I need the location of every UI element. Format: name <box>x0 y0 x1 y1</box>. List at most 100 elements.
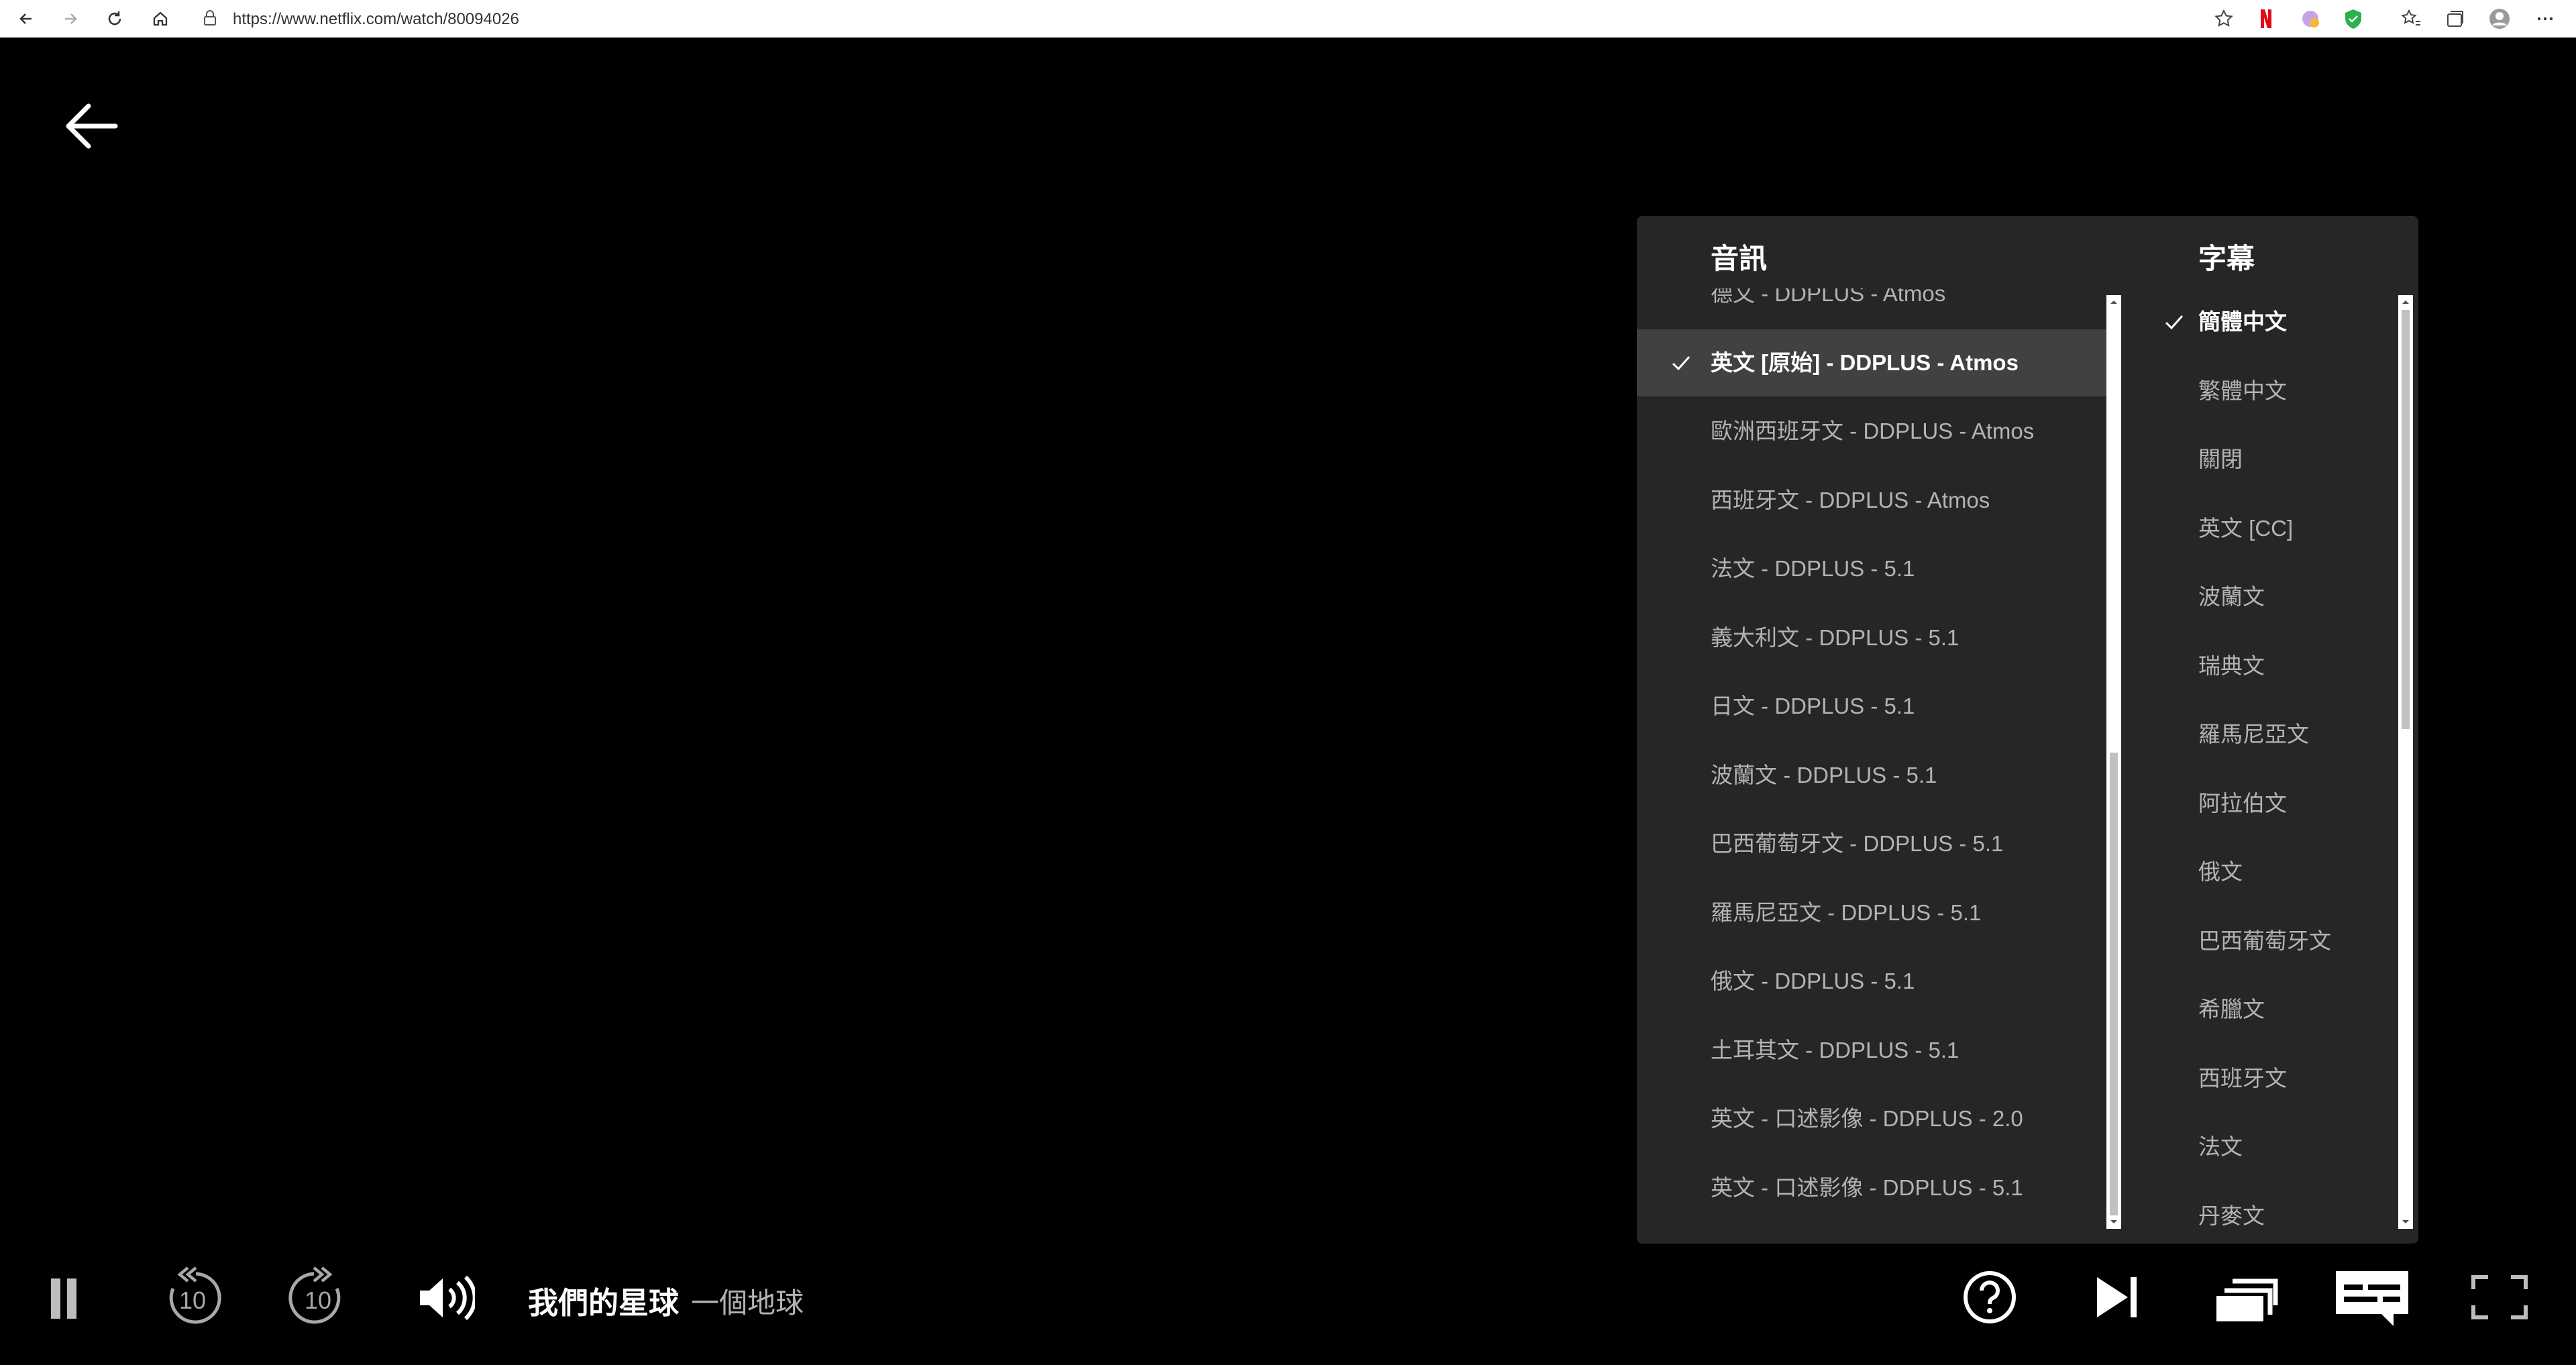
audio-option[interactable]: 英文 [原始] - DDPLUS - Atmos <box>1637 329 2106 396</box>
subtitle-option[interactable]: 巴西葡萄牙文 <box>2125 908 2393 975</box>
scroll-down-icon[interactable] <box>2400 1217 2411 1227</box>
shield-extension-icon[interactable] <box>2341 7 2365 31</box>
option-label: 關閉 <box>2198 447 2243 472</box>
subtitle-option[interactable]: 簡體中文 <box>2125 288 2393 356</box>
browser-home-icon[interactable] <box>148 6 173 32</box>
subtitle-option[interactable]: 阿拉伯文 <box>2125 770 2393 837</box>
option-label: 波蘭文 - DDPLUS - 5.1 <box>1711 762 1937 787</box>
audio-option[interactable]: 土耳其文 - DDPLUS - 5.1 <box>1637 1017 2106 1084</box>
help-button[interactable] <box>1962 1270 2017 1325</box>
subtitle-list: 簡體中文繁體中文關閉英文 [CC] 波蘭文 瑞典文 羅馬尼亞文阿拉伯文俄文巴西葡萄牙文… <box>2125 288 2393 1241</box>
audio-option[interactable]: 羅馬尼亞文 - DDPLUS - 5.1 <box>1637 879 2106 946</box>
option-label: 英文 [CC] <box>2198 515 2294 541</box>
scroll-down-icon[interactable] <box>2108 1217 2119 1227</box>
forward-10-button[interactable]: 10 <box>288 1265 349 1329</box>
lock-icon <box>204 10 216 25</box>
profile-avatar-icon[interactable] <box>2487 7 2512 31</box>
rewind-seconds: 10 <box>178 1287 207 1314</box>
subtitle-option[interactable]: 波蘭文 <box>2125 563 2393 631</box>
audio-option[interactable]: 英文 - 口述影像 - DDPLUS - 2.0 <box>1637 1085 2106 1152</box>
subtitle-option[interactable]: 羅馬尼亞文 <box>2125 701 2393 768</box>
option-label: 俄文 - DDPLUS - 5.1 <box>1711 969 1915 993</box>
subtitle-scrollbar[interactable] <box>2398 295 2413 1229</box>
audio-option[interactable]: 英文 - 口述影像 - DDPLUS - 5.1 <box>1637 1154 2106 1221</box>
scroll-up-icon[interactable] <box>2108 296 2119 307</box>
option-label: 阿拉伯文 <box>2198 790 2287 816</box>
subtitles-heading: 字幕 <box>2198 243 2255 274</box>
option-label: 希臘文 <box>2198 997 2265 1022</box>
extension-icon[interactable] <box>2298 7 2322 31</box>
collections-icon[interactable] <box>2443 7 2467 31</box>
audio-option[interactable]: 法文 - DDPLUS - 5.1 <box>1637 535 2106 602</box>
subtitle-option[interactable]: 丹麥文 <box>2125 1183 2393 1242</box>
option-label: 法文 <box>2198 1134 2243 1159</box>
subtitle-option[interactable]: 繁體中文 <box>2125 358 2393 425</box>
episodes-icon <box>2216 1278 2278 1321</box>
option-label: 繁體中文 <box>2198 378 2287 403</box>
subtitle-option[interactable]: 瑞典文 <box>2125 633 2393 700</box>
option-label: 土耳其文 - DDPLUS - 5.1 <box>1711 1037 1960 1062</box>
subtitle-option[interactable]: 俄文 <box>2125 838 2393 906</box>
audio-heading: 音訊 <box>1711 243 1768 274</box>
audio-scroll-thumb[interactable] <box>2110 753 2118 1215</box>
audio-option[interactable]: 日文 - DDPLUS - 5.1 <box>1637 673 2106 740</box>
option-label: 羅馬尼亞文 - DDPLUS - 5.1 <box>1711 899 1982 925</box>
browser-toolbar: https://www.netflix.com/watch/80094026 <box>0 0 2576 38</box>
option-label: 德文 - DDPLUS - Atmos <box>1711 288 1946 306</box>
back-arrow-icon[interactable] <box>62 101 119 152</box>
option-label: 丹麥文 <box>2198 1203 2265 1228</box>
address-bar[interactable]: https://www.netflix.com/watch/80094026 <box>191 4 2241 33</box>
more-options-icon[interactable] <box>2533 7 2557 31</box>
next-episode-icon <box>2097 1277 2137 1317</box>
subtitle-option[interactable]: 關閉 <box>2125 426 2393 493</box>
audio-option[interactable]: 波蘭文 - DDPLUS - 5.1 <box>1637 742 2106 809</box>
audio-option[interactable]: 西班牙文 - DDPLUS - Atmos <box>1637 467 2106 534</box>
browser-back-icon[interactable] <box>13 6 39 32</box>
subtitle-scroll-thumb[interactable] <box>2402 310 2410 729</box>
option-label: 英文 - 口述影像 - DDPLUS - 5.1 <box>1711 1175 2023 1200</box>
pause-button[interactable] <box>50 1272 78 1325</box>
episode-title: 一個地球 <box>691 1287 804 1319</box>
favorites-icon[interactable] <box>2399 7 2423 31</box>
option-label: 法文 - DDPLUS - 5.1 <box>1711 556 1915 581</box>
subtitles-icon <box>2336 1271 2408 1326</box>
subtitle-option[interactable]: 西班牙文 <box>2125 1045 2393 1112</box>
option-label: 西班牙文 <box>2198 1065 2287 1091</box>
browser-forward-icon[interactable] <box>58 6 83 32</box>
forward-seconds: 10 <box>304 1287 332 1314</box>
pause-icon <box>51 1278 76 1319</box>
audio-option[interactable]: 巴西葡萄牙文 - DDPLUS - 5.1 <box>1637 810 2106 877</box>
option-label: 日文 - DDPLUS - 5.1 <box>1711 694 1915 718</box>
audio-subtitles-button[interactable] <box>2334 1270 2410 1327</box>
help-icon <box>1964 1271 2016 1323</box>
audio-scrollbar[interactable] <box>2106 295 2121 1229</box>
audio-option[interactable]: 歐洲西班牙文 - DDPLUS - Atmos <box>1637 398 2106 465</box>
subtitle-option[interactable]: 英文 [CC] <box>2125 495 2393 562</box>
audio-subtitle-panel: 音訊 字幕 德文 - DDPLUS - Atmos 英文 [原始] - DDPLU… <box>1637 216 2418 1244</box>
volume-icon <box>420 1275 475 1321</box>
audio-option[interactable]: 義大利文 - DDPLUS - 5.1 <box>1637 604 2106 671</box>
option-label: 巴西葡萄牙文 - DDPLUS - 5.1 <box>1711 831 2004 856</box>
subtitle-option[interactable]: 法文 <box>2125 1113 2393 1181</box>
subtitle-option[interactable]: 希臘文 <box>2125 976 2393 1043</box>
audio-option[interactable]: 俄文 - DDPLUS - 5.1 <box>1637 948 2106 1015</box>
netflix-extension-icon[interactable] <box>2254 7 2278 31</box>
option-label: 巴西葡萄牙文 <box>2198 928 2331 953</box>
audio-option[interactable]: 德文 - DDPLUS - Atmos <box>1637 288 2106 327</box>
next-episode-button[interactable] <box>2094 1274 2140 1320</box>
favorite-star-icon[interactable] <box>2212 7 2235 30</box>
audio-list: 德文 - DDPLUS - Atmos 英文 [原始] - DDPLUS - At… <box>1637 288 2106 1227</box>
episodes-button[interactable] <box>2214 1273 2278 1324</box>
fullscreen-button[interactable] <box>2471 1274 2528 1320</box>
browser-refresh-icon[interactable] <box>102 6 127 32</box>
rewind-10-button[interactable]: 10 <box>161 1265 221 1329</box>
show-title: 我們的星球 <box>528 1286 680 1320</box>
fullscreen-icon <box>2471 1275 2528 1319</box>
option-label: 英文 - 口述影像 - DDPLUS - 2.0 <box>1711 1106 2023 1131</box>
scroll-up-icon[interactable] <box>2400 296 2411 307</box>
option-label: 俄文 <box>2198 859 2243 884</box>
checkmark-icon <box>1672 356 1690 370</box>
volume-button[interactable] <box>417 1273 475 1323</box>
option-label: 西班牙文 - DDPLUS - Atmos <box>1711 487 1990 512</box>
option-label: 簡體中文 <box>2198 309 2287 334</box>
